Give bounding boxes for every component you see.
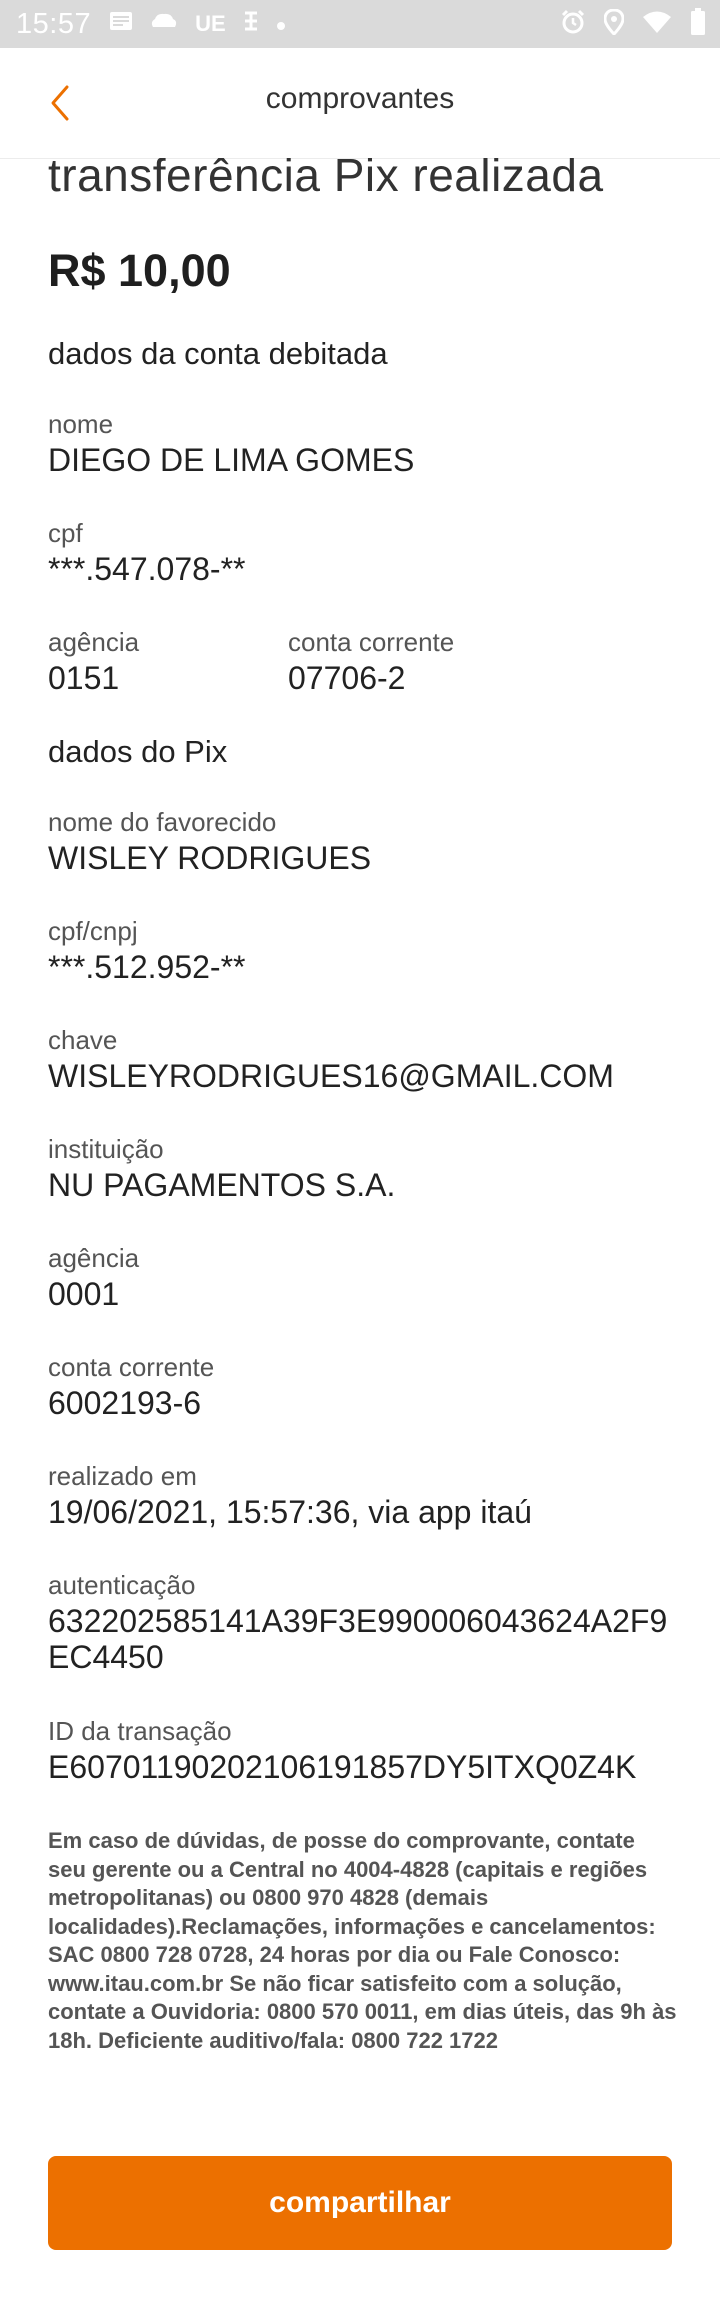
- datetime-field: realizado em 19/06/2021, 15:57:36, via a…: [48, 1460, 532, 1532]
- status-right-icons: [560, 0, 706, 48]
- payer-account-value: 07706-2: [288, 660, 406, 696]
- status-time: 15:57: [16, 7, 92, 40]
- payee-account-field: conta corrente 6002193-6: [48, 1351, 214, 1423]
- payer-cpf-label: cpf: [48, 518, 83, 548]
- payer-name-value: DIEGO DE LIMA GOMES: [48, 442, 415, 478]
- payee-cpf-field: cpf/cnpj ***.512.952-**: [48, 915, 245, 987]
- cloud-icon: [149, 11, 179, 37]
- authentication-value-line2: EC4450: [48, 1639, 164, 1675]
- payer-name-label: nome: [48, 409, 114, 439]
- page-title: comprovantes: [265, 82, 455, 115]
- payee-name-field: nome do favorecido WISLEY RODRIGUES: [48, 806, 371, 878]
- datetime-value: 19/06/2021, 15:57:36, via app itaú: [48, 1494, 532, 1530]
- payer-cpf-value: ***.547.078-**: [48, 551, 246, 587]
- payer-agency-label: agência: [48, 627, 140, 657]
- payee-cpf-value: ***.512.952-**: [48, 949, 246, 985]
- app-bar: comprovantes: [0, 48, 720, 159]
- authentication-value-line1: 632202585141A39F3E990006043624A2F9: [48, 1603, 668, 1639]
- alarm-icon: [560, 9, 586, 40]
- disclaimer-text: Em caso de dúvidas, de posse do comprova…: [48, 1828, 677, 2053]
- notes-icon: [109, 11, 133, 37]
- transaction-id-field: ID da transação E60701190202106191857DY5…: [48, 1715, 636, 1787]
- datetime-label: realizado em: [48, 1461, 197, 1491]
- payee-account-label: conta corrente: [48, 1352, 215, 1382]
- transaction-id-label: ID da transação: [48, 1716, 232, 1746]
- payee-cpf-label: cpf/cnpj: [48, 916, 138, 946]
- payer-cpf-field: cpf ***.547.078-**: [48, 517, 245, 589]
- authentication-label: autenticação: [48, 1570, 196, 1600]
- status-left-icons: UE: [109, 11, 286, 37]
- share-button[interactable]: compartilhar: [48, 2156, 672, 2250]
- battery-icon: [690, 7, 706, 41]
- transaction-id-value: E60701190202106191857DY5ITXQ0Z4K: [48, 1749, 637, 1785]
- signal-glyph-icon: [242, 11, 260, 37]
- payer-account-field: conta corrente 07706-2: [288, 626, 454, 698]
- dot-icon: [276, 11, 286, 37]
- pix-key-value: WISLEYRODRIGUES16@GMAIL.COM: [48, 1058, 614, 1094]
- payer-account-label: conta corrente: [288, 627, 455, 657]
- debit-section-heading: dados da conta debitada: [48, 336, 388, 371]
- pix-key-label: chave: [48, 1025, 118, 1055]
- institution-label: instituição: [48, 1134, 164, 1164]
- pix-key-field: chave WISLEYRODRIGUES16@GMAIL.COM: [48, 1024, 614, 1096]
- payee-agency-label: agência: [48, 1243, 140, 1273]
- pix-section-heading: dados do Pix: [48, 734, 228, 769]
- payee-agency-field: agência 0001: [48, 1242, 139, 1314]
- amount-value: R$ 10,00: [48, 245, 231, 296]
- institution-value: NU PAGAMENTOS S.A.: [48, 1167, 396, 1203]
- payer-agency-field: agência 0151: [48, 626, 139, 698]
- carrier-text: UE: [195, 11, 226, 36]
- wifi-icon: [642, 10, 672, 39]
- share-button-label: compartilhar: [269, 2186, 451, 2219]
- payee-name-label: nome do favorecido: [48, 807, 277, 837]
- payer-agency-value: 0151: [48, 660, 120, 696]
- payee-agency-value: 0001: [48, 1276, 120, 1312]
- location-icon: [603, 7, 625, 40]
- payee-account-value: 6002193-6: [48, 1385, 202, 1421]
- payee-name-value: WISLEY RODRIGUES: [48, 840, 372, 876]
- authentication-field: autenticação 632202585141A39F3E990006043…: [48, 1569, 667, 1677]
- status-bar: 15:57 UE: [0, 0, 720, 48]
- payer-name-field: nome DIEGO DE LIMA GOMES: [48, 408, 414, 480]
- institution-field: instituição NU PAGAMENTOS S.A.: [48, 1133, 395, 1205]
